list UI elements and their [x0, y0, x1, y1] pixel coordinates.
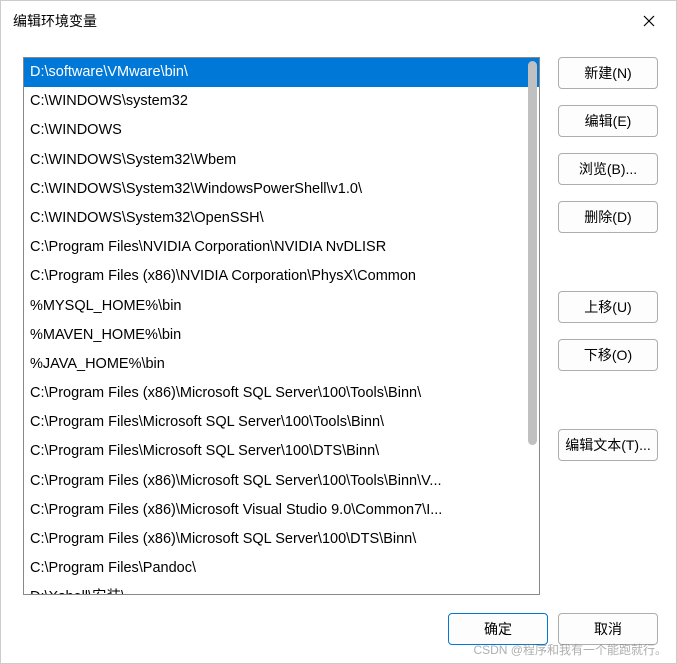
scrollbar[interactable]	[525, 59, 539, 593]
dialog-title: 编辑环境变量	[13, 11, 97, 31]
list-item[interactable]: C:\WINDOWS\System32\OpenSSH\	[24, 204, 539, 233]
dialog-content: D:\software\VMware\bin\C:\WINDOWS\system…	[1, 37, 676, 603]
list-item[interactable]: C:\WINDOWS\System32\WindowsPowerShell\v1…	[24, 175, 539, 204]
list-item[interactable]: D:\software\VMware\bin\	[24, 58, 539, 87]
list-item[interactable]: C:\WINDOWS\system32	[24, 87, 539, 116]
list-item[interactable]: C:\Program Files (x86)\Microsoft SQL Ser…	[24, 379, 539, 408]
list-item[interactable]: C:\Program Files (x86)\Microsoft SQL Ser…	[24, 467, 539, 496]
list-item[interactable]: D:\Xshell\安装\	[24, 583, 539, 594]
browse-button[interactable]: 浏览(B)...	[558, 153, 658, 185]
list-item[interactable]: C:\WINDOWS\System32\Wbem	[24, 146, 539, 175]
env-var-dialog: 编辑环境变量 D:\software\VMware\bin\C:\WINDOWS…	[0, 0, 677, 664]
move-up-button[interactable]: 上移(U)	[558, 291, 658, 323]
list-item[interactable]: C:\Program Files (x86)\NVIDIA Corporatio…	[24, 262, 539, 291]
titlebar: 编辑环境变量	[1, 1, 676, 37]
scrollbar-thumb[interactable]	[528, 61, 537, 445]
delete-button[interactable]: 删除(D)	[558, 201, 658, 233]
edit-text-button[interactable]: 编辑文本(T)...	[558, 429, 658, 461]
new-button[interactable]: 新建(N)	[558, 57, 658, 89]
path-list[interactable]: D:\software\VMware\bin\C:\WINDOWS\system…	[23, 57, 540, 595]
list-item[interactable]: C:\WINDOWS	[24, 116, 539, 145]
list-item[interactable]: %MYSQL_HOME%\bin	[24, 292, 539, 321]
cancel-button[interactable]: 取消	[558, 613, 658, 645]
list-item[interactable]: C:\Program Files\Microsoft SQL Server\10…	[24, 437, 539, 466]
list-item[interactable]: %MAVEN_HOME%\bin	[24, 321, 539, 350]
list-item[interactable]: C:\Program Files\Microsoft SQL Server\10…	[24, 408, 539, 437]
close-button[interactable]	[634, 6, 664, 36]
dialog-footer: 确定 取消	[1, 603, 676, 663]
list-item[interactable]: C:\Program Files\Pandoc\	[24, 554, 539, 583]
side-button-panel: 新建(N) 编辑(E) 浏览(B)... 删除(D) 上移(U) 下移(O) 编…	[558, 57, 658, 595]
close-icon	[643, 15, 655, 27]
list-item[interactable]: C:\Program Files\NVIDIA Corporation\NVID…	[24, 233, 539, 262]
list-item[interactable]: %JAVA_HOME%\bin	[24, 350, 539, 379]
ok-button[interactable]: 确定	[448, 613, 548, 645]
move-down-button[interactable]: 下移(O)	[558, 339, 658, 371]
edit-button[interactable]: 编辑(E)	[558, 105, 658, 137]
list-item[interactable]: C:\Program Files (x86)\Microsoft SQL Ser…	[24, 525, 539, 554]
list-item[interactable]: C:\Program Files (x86)\Microsoft Visual …	[24, 496, 539, 525]
